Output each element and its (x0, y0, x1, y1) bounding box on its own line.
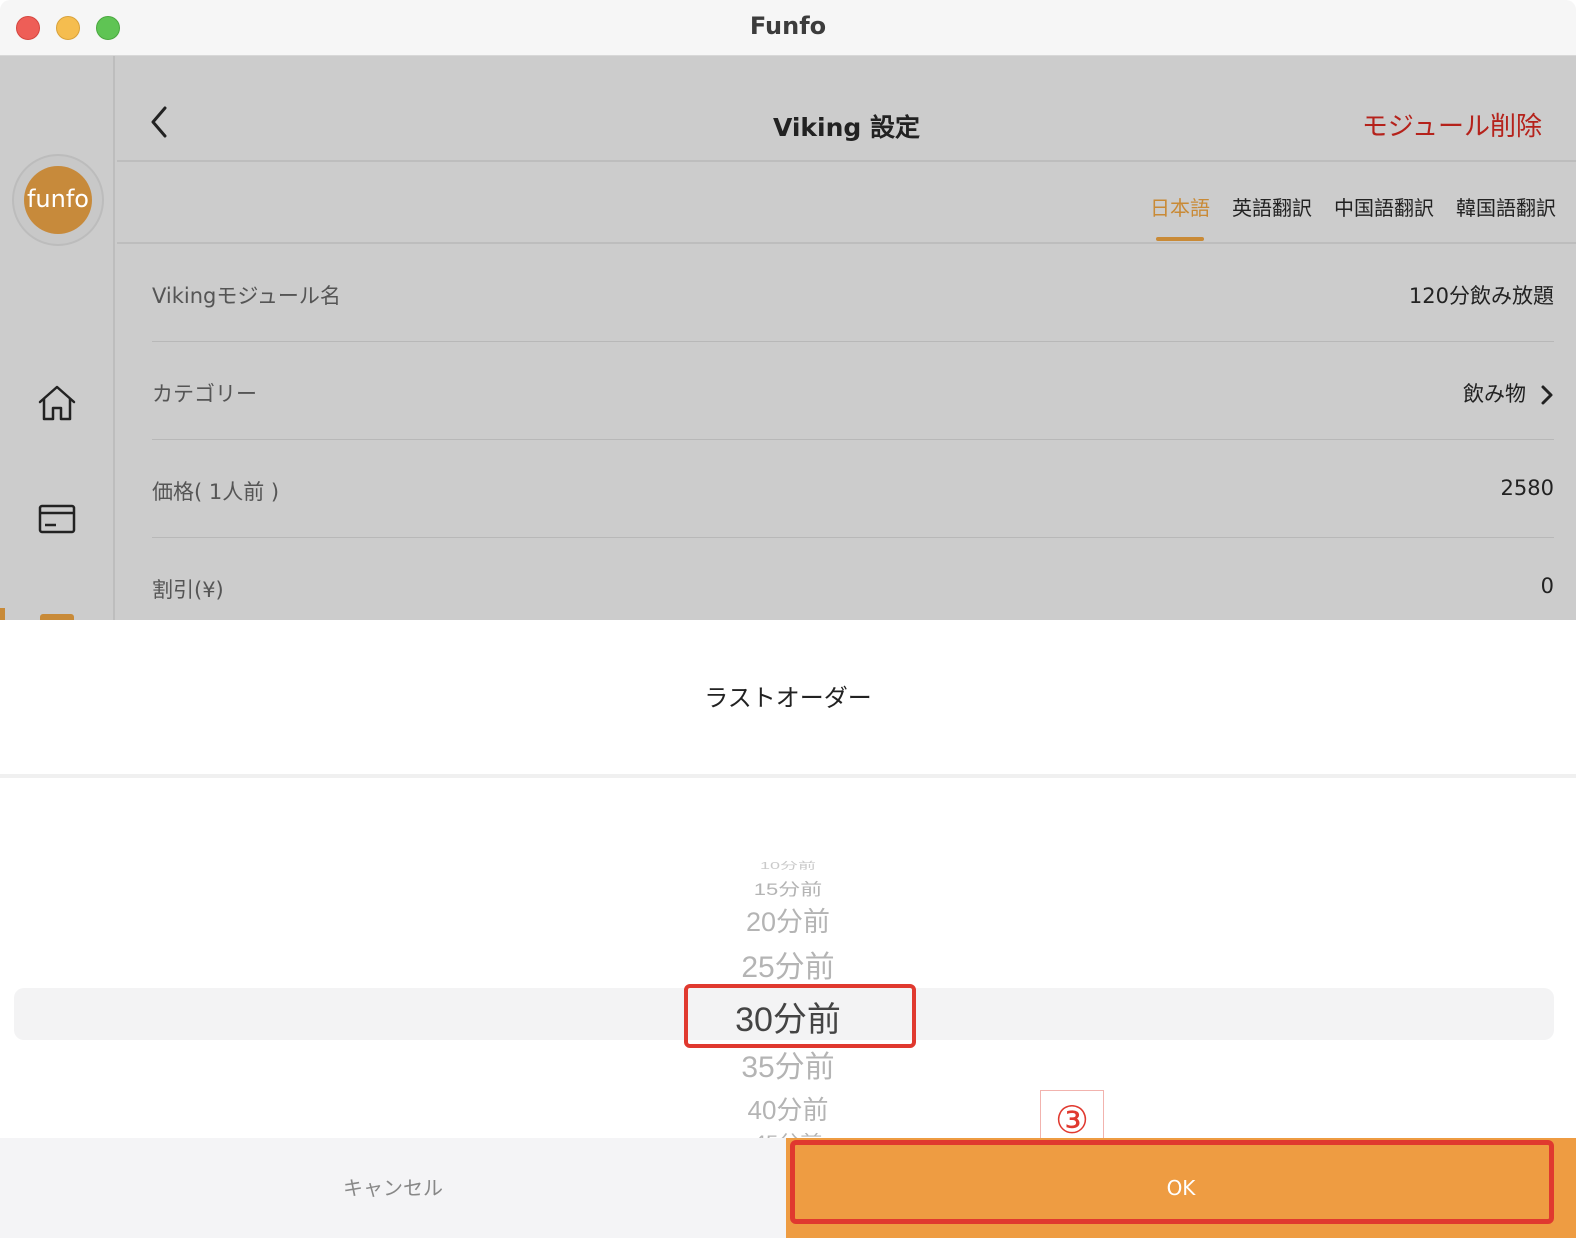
picker-option[interactable]: 45分前 (0, 1128, 1576, 1138)
tab-japanese[interactable]: 日本語 (1150, 192, 1210, 241)
home-icon[interactable] (36, 382, 78, 424)
ok-button-highlight (790, 1140, 1554, 1224)
discount-label: 割引(¥) (152, 578, 224, 602)
tab-english-translation[interactable]: 英語翻訳 (1232, 192, 1312, 241)
sidebar: funfo (0, 56, 115, 620)
delete-module-button[interactable]: モジュール削除 (1362, 106, 1542, 143)
picker-option[interactable]: 20分前 (0, 900, 1576, 939)
category-value-wrap: 飲み物 (1463, 378, 1554, 408)
category-value: 飲み物 (1463, 382, 1526, 406)
window-titlebar: Funfo (0, 0, 1576, 56)
sheet-divider (0, 774, 1576, 778)
category-row[interactable]: カテゴリー 飲み物 (152, 342, 1554, 440)
module-name-row[interactable]: Vikingモジュール名 120分飲み放題 (152, 244, 1554, 342)
sheet-title: ラストオーダー (704, 684, 872, 712)
settings-header: Viking 設定 モジュール削除 (117, 56, 1576, 162)
page-title: Viking 設定 (772, 113, 921, 142)
price-value: 2580 (1500, 476, 1554, 500)
discount-value: 0 (1540, 574, 1554, 598)
selected-value-highlight (684, 984, 916, 1048)
price-row[interactable]: 価格( 1人前 ) 2580 (152, 440, 1554, 538)
card-icon[interactable] (36, 498, 78, 540)
picker-option[interactable]: 15分前 (0, 876, 1576, 900)
window-title: Funfo (749, 12, 827, 40)
funfo-logo[interactable]: funfo (12, 154, 104, 246)
module-name-value: 120分飲み放題 (1408, 284, 1554, 308)
app-background: funfo Viking 設定 モジュール削除 日本語 英語翻訳 中国語翻訳 韓… (0, 56, 1576, 620)
picker-option[interactable]: 35分前 (0, 1042, 1576, 1086)
discount-row[interactable]: 割引(¥) 0 (152, 538, 1554, 620)
picker-option[interactable]: 40分前 (0, 1090, 1576, 1127)
chevron-right-icon (1541, 385, 1553, 405)
category-label: カテゴリー (152, 382, 257, 406)
cancel-button[interactable]: キャンセル (0, 1138, 786, 1238)
module-name-label: Vikingモジュール名 (152, 284, 341, 308)
tab-korean-translation[interactable]: 韓国語翻訳 (1456, 192, 1556, 241)
sidebar-active-marker (0, 608, 5, 620)
tab-chinese-translation[interactable]: 中国語翻訳 (1334, 192, 1434, 241)
logo-text: funfo (24, 166, 92, 234)
picker-option[interactable]: 10分前 (0, 858, 1576, 872)
language-tabs: 日本語 英語翻訳 中国語翻訳 韓国語翻訳 (1150, 192, 1556, 241)
settings-content: Viking 設定 モジュール削除 日本語 英語翻訳 中国語翻訳 韓国語翻訳 V… (117, 56, 1576, 620)
price-label: 価格( 1人前 ) (152, 480, 280, 504)
picker-option[interactable]: 25分前 (0, 942, 1576, 986)
